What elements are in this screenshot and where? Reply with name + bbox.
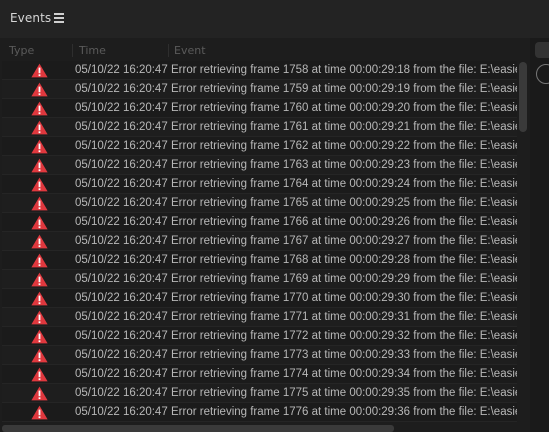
event-row[interactable]: 05/10/22 16:20:47 Error retrieving frame …	[2, 99, 517, 118]
warning-icon	[31, 253, 48, 268]
panel-header: Events	[0, 0, 549, 38]
warning-icon	[31, 310, 48, 325]
event-message: Error retrieving frame 1764 at time 00:0…	[171, 178, 517, 190]
event-row[interactable]: 05/10/22 16:20:47 Error retrieving frame …	[2, 80, 517, 99]
events-panel: Events Type Time Event 05/10/22 16:20:47…	[0, 0, 549, 432]
event-time: 05/10/22 16:20:47	[75, 64, 168, 76]
event-time: 05/10/22 16:20:47	[75, 178, 168, 190]
event-time: 05/10/22 16:20:47	[75, 140, 168, 152]
event-time: 05/10/22 16:20:47	[75, 368, 168, 380]
event-message: Error retrieving frame 1768 at time 00:0…	[171, 254, 517, 266]
event-time: 05/10/22 16:20:47	[75, 102, 168, 114]
event-message: Error retrieving frame 1775 at time 00:0…	[171, 387, 517, 399]
event-row[interactable]: 05/10/22 16:20:47 Error retrieving frame …	[2, 213, 517, 232]
event-row[interactable]: 05/10/22 16:20:47 Error retrieving frame …	[2, 384, 517, 403]
event-row[interactable]: 05/10/22 16:20:47 Error retrieving frame …	[2, 403, 517, 422]
event-message: Error retrieving frame 1773 at time 00:0…	[171, 349, 517, 361]
event-row[interactable]: 05/10/22 16:20:47 Error retrieving frame …	[2, 118, 517, 137]
event-time: 05/10/22 16:20:47	[75, 197, 168, 209]
event-message: Error retrieving frame 1762 at time 00:0…	[171, 140, 517, 152]
event-row[interactable]: 05/10/22 16:20:47 Error retrieving frame …	[2, 327, 517, 346]
warning-icon	[31, 367, 48, 382]
event-row[interactable]: 05/10/22 16:20:47 Error retrieving frame …	[2, 175, 517, 194]
adjacent-panel-circle-button[interactable]	[536, 64, 549, 84]
event-time: 05/10/22 16:20:47	[75, 349, 168, 361]
column-header-row: Type Time Event	[0, 42, 520, 60]
panel-title[interactable]: Events	[10, 11, 51, 25]
event-row[interactable]: 05/10/22 16:20:47 Error retrieving frame …	[2, 289, 517, 308]
event-message: Error retrieving frame 1767 at time 00:0…	[171, 235, 517, 247]
warning-icon	[31, 82, 48, 97]
event-message: Error retrieving frame 1758 at time 00:0…	[171, 64, 517, 76]
column-header-event[interactable]: Event	[174, 44, 206, 57]
event-time: 05/10/22 16:20:47	[75, 311, 168, 323]
warning-icon	[31, 272, 48, 287]
event-message: Error retrieving frame 1760 at time 00:0…	[171, 102, 517, 114]
event-message: Error retrieving frame 1772 at time 00:0…	[171, 330, 517, 342]
event-row[interactable]: 05/10/22 16:20:47 Error retrieving frame …	[2, 61, 517, 80]
event-message: Error retrieving frame 1763 at time 00:0…	[171, 159, 517, 171]
warning-icon	[31, 196, 48, 211]
event-time: 05/10/22 16:20:47	[75, 159, 168, 171]
warning-icon	[31, 386, 48, 401]
vertical-scrollbar-thumb[interactable]	[519, 62, 527, 132]
event-time: 05/10/22 16:20:47	[75, 273, 168, 285]
warning-icon	[31, 215, 48, 230]
horizontal-scrollbar[interactable]	[2, 424, 518, 432]
vertical-scrollbar[interactable]	[518, 61, 528, 422]
warning-icon	[31, 234, 48, 249]
event-time: 05/10/22 16:20:47	[75, 254, 168, 266]
column-divider[interactable]	[72, 44, 73, 57]
warning-icon	[31, 291, 48, 306]
event-row[interactable]: 05/10/22 16:20:47 Error retrieving frame …	[2, 194, 517, 213]
event-message: Error retrieving frame 1770 at time 00:0…	[171, 292, 517, 304]
warning-icon	[31, 139, 48, 154]
warning-icon	[31, 158, 48, 173]
event-message: Error retrieving frame 1769 at time 00:0…	[171, 273, 517, 285]
event-row[interactable]: 05/10/22 16:20:47 Error retrieving frame …	[2, 308, 517, 327]
warning-icon	[31, 120, 48, 135]
event-message: Error retrieving frame 1761 at time 00:0…	[171, 121, 517, 133]
event-time: 05/10/22 16:20:47	[75, 83, 168, 95]
panel-menu-icon[interactable]	[54, 13, 64, 23]
event-time: 05/10/22 16:20:47	[75, 121, 168, 133]
warning-icon	[31, 101, 48, 116]
event-message: Error retrieving frame 1765 at time 00:0…	[171, 197, 517, 209]
warning-icon	[31, 63, 48, 78]
event-message: Error retrieving frame 1776 at time 00:0…	[171, 406, 517, 418]
event-row[interactable]: 05/10/22 16:20:47 Error retrieving frame …	[2, 365, 517, 384]
horizontal-scrollbar-thumb[interactable]	[2, 425, 394, 432]
event-row[interactable]: 05/10/22 16:20:47 Error retrieving frame …	[2, 251, 517, 270]
event-row[interactable]: 05/10/22 16:20:47 Error retrieving frame …	[2, 232, 517, 251]
event-row[interactable]: 05/10/22 16:20:47 Error retrieving frame …	[2, 346, 517, 365]
event-message: Error retrieving frame 1774 at time 00:0…	[171, 368, 517, 380]
event-time: 05/10/22 16:20:47	[75, 235, 168, 247]
column-divider[interactable]	[168, 44, 169, 57]
event-message: Error retrieving frame 1759 at time 00:0…	[171, 83, 517, 95]
adjacent-panel-tab[interactable]	[535, 42, 549, 58]
event-message: Error retrieving frame 1771 at time 00:0…	[171, 311, 517, 323]
warning-icon	[31, 348, 48, 363]
adjacent-panel-strip	[530, 38, 549, 432]
event-time: 05/10/22 16:20:47	[75, 406, 168, 418]
event-row[interactable]: 05/10/22 16:20:47 Error retrieving frame …	[2, 137, 517, 156]
events-list: 05/10/22 16:20:47 Error retrieving frame …	[2, 61, 517, 422]
event-time: 05/10/22 16:20:47	[75, 216, 168, 228]
event-row[interactable]: 05/10/22 16:20:47 Error retrieving frame …	[2, 156, 517, 175]
column-header-time[interactable]: Time	[79, 44, 106, 57]
event-time: 05/10/22 16:20:47	[75, 292, 168, 304]
warning-icon	[31, 177, 48, 192]
event-row[interactable]: 05/10/22 16:20:47 Error retrieving frame …	[2, 270, 517, 289]
event-message: Error retrieving frame 1766 at time 00:0…	[171, 216, 517, 228]
event-time: 05/10/22 16:20:47	[75, 387, 168, 399]
warning-icon	[31, 329, 48, 344]
event-time: 05/10/22 16:20:47	[75, 330, 168, 342]
warning-icon	[31, 405, 48, 420]
column-header-type[interactable]: Type	[9, 44, 34, 57]
